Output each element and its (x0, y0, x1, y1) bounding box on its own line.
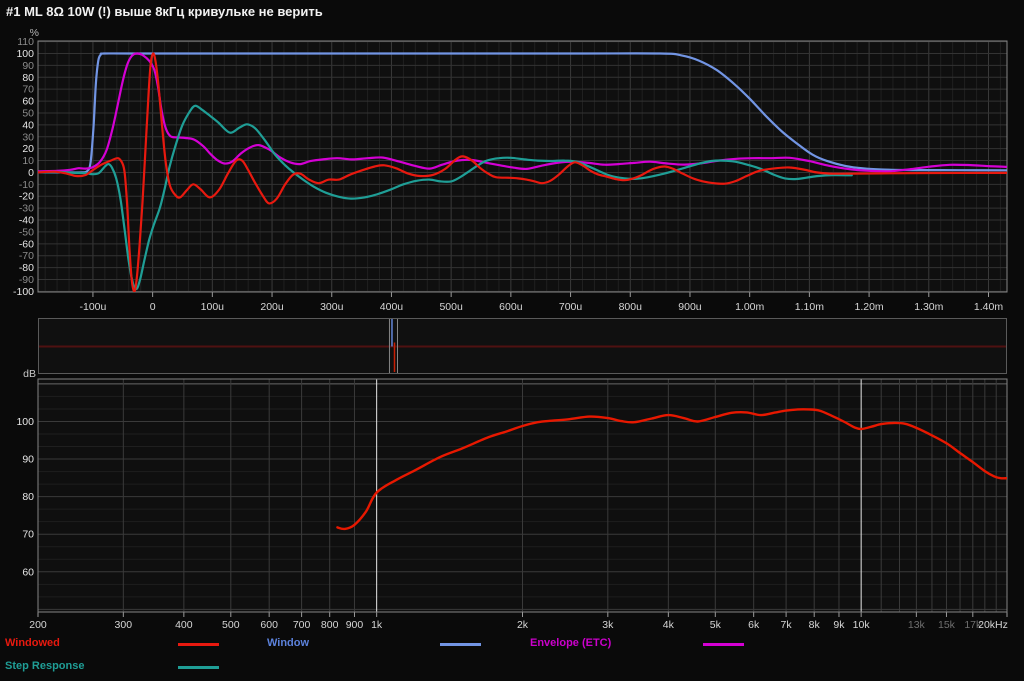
time-axis-tick-label: 200u (260, 301, 284, 313)
time-axis-tick-label: 800u (619, 301, 643, 313)
frequency-chart: 200 300 400 500 600 700 800 900 1k 2k 3k 4k 5k 6k 7k 8k… (16, 378, 1008, 631)
freq-axis-tick-label: 2k (517, 619, 529, 631)
percent-axis-tick-label: 10 (22, 155, 34, 167)
time-axis-tick-label: 400u (380, 301, 404, 313)
time-axis-tick-label: 700u (559, 301, 583, 313)
time-axis-tick-label: 1.10m (795, 301, 824, 313)
percent-axis-tick-label: 80 (22, 72, 34, 84)
percent-axis-tick-label: -90 (19, 274, 34, 286)
percent-axis-tick-label: -80 (19, 262, 34, 274)
freq-axis-tick-label: 800 (321, 619, 339, 631)
percent-axis-tick-label: -20 (19, 191, 34, 203)
time-axis-tick-label: 1.30m (914, 301, 943, 313)
time-axis-tick-label: 1.00m (735, 301, 764, 313)
legend-label-envelope-etc: Envelope (ETC) (530, 637, 612, 649)
percent-axis-tick-label: -60 (19, 238, 34, 250)
percent-axis-tick-label: 20 (22, 143, 34, 155)
time-chart: -100u 0 100u 200u 300u 400u 500u 600u 700u 800u 90… (13, 27, 1008, 313)
legend-line-sample-envelope-etc (703, 643, 744, 646)
freq-axis-tick-label: 9k (833, 619, 845, 631)
freq-axis-tick-label: 400 (175, 619, 193, 631)
percent-axis-tick-label: -70 (19, 250, 34, 262)
percent-axis-tick-label: -100 (13, 286, 34, 298)
freq-axis-tick-label: 15k (938, 619, 956, 631)
percent-axis-tick-label: 60 (22, 96, 34, 108)
frequency-plot-area[interactable] (38, 379, 1007, 612)
db-axis-tick-label: 60 (22, 566, 34, 578)
percent-axis-tick-label: 40 (22, 119, 34, 131)
time-axis-tick-label: 500u (439, 301, 463, 313)
freq-axis-tick-label: 300 (115, 619, 133, 631)
time-axis-tick-label: 1.20m (854, 301, 883, 313)
percent-axis-tick-label: -50 (19, 226, 34, 238)
freq-axis-tick-label: 7k (781, 619, 793, 631)
legend-label-step-response: Step Response (5, 660, 85, 672)
freq-axis-tick-label: 900 (346, 619, 364, 631)
freq-axis-tick-label: 20kHz (978, 619, 1008, 631)
charts-svg: -100u 0 100u 200u 300u 400u 500u 600u 700u 800u 90… (13, 27, 1008, 631)
legend-line-sample-window (440, 643, 481, 646)
legend-line-sample-windowed (178, 643, 219, 646)
percent-axis-tick-label: -40 (19, 215, 34, 227)
freq-axis-tick-label: 5k (710, 619, 722, 631)
freq-axis-tick-label: 1k (371, 619, 383, 631)
freq-axis-tick-label: 6k (748, 619, 760, 631)
app-window: #1 ML 8Ω 10W (!) выше 8кГц кривульке не … (0, 0, 1024, 681)
percent-axis-tick-label: 50 (22, 107, 34, 119)
time-axis-tick-label: 300u (320, 301, 344, 313)
impulse-overview-strip: dB (23, 318, 1007, 380)
time-axis-tick-label: 0 (150, 301, 156, 313)
percent-axis-tick-label: 0 (28, 167, 34, 179)
db-axis-tick-label: 90 (22, 454, 34, 466)
freq-axis-tick-label: 500 (222, 619, 240, 631)
db-axis-tick-label: 80 (22, 491, 34, 503)
db-axis-tick-label: 100 (16, 416, 34, 428)
freq-axis-tick-label: 600 (260, 619, 278, 631)
freq-axis-tick-label: 4k (663, 619, 675, 631)
time-axis-tick-label: 1.40m (974, 301, 1003, 313)
legend-label-windowed: Windowed (5, 637, 60, 649)
charts-canvas: -100u 0 100u 200u 300u 400u 500u 600u 700u 800u 90… (0, 0, 1024, 681)
time-axis-tick-label: -100u (79, 301, 106, 313)
time-axis-tick-label: 600u (499, 301, 523, 313)
time-axis-tick-label: 100u (201, 301, 225, 313)
legend-line-sample-step-response (178, 666, 219, 669)
percent-axis-tick-label: -30 (19, 203, 34, 215)
freq-axis-tick-label: 200 (29, 619, 47, 631)
freq-axis-tick-label: 700 (293, 619, 311, 631)
db-axis-tick-label: 70 (22, 529, 34, 541)
time-plot-area[interactable] (38, 41, 1007, 292)
freq-axis-tick-label: 10k (853, 619, 871, 631)
percent-axis-tick-label: 70 (22, 84, 34, 96)
freq-axis-tick-label: 13k (908, 619, 926, 631)
freq-axis-tick-label: 8k (809, 619, 821, 631)
freq-axis-tick-label: 3k (602, 619, 614, 631)
time-axis-tick-label: 900u (678, 301, 702, 313)
percent-axis-unit: % (30, 27, 39, 39)
percent-axis-tick-label: -10 (19, 179, 34, 191)
percent-axis-tick-label: 30 (22, 131, 34, 143)
legend-label-window: Window (267, 637, 310, 649)
percent-axis-tick-label: 90 (22, 60, 34, 72)
db-axis-unit: dB (23, 368, 36, 380)
percent-axis-tick-label: 100 (16, 48, 34, 60)
